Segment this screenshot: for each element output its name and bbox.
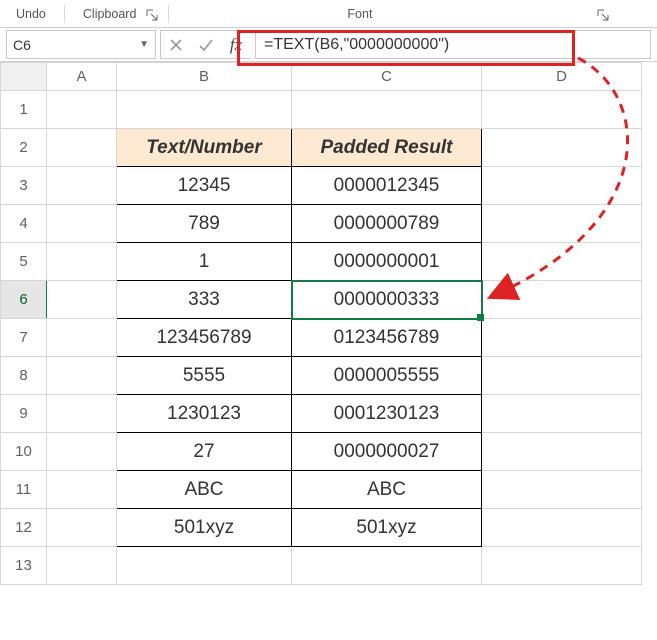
ribbon-clipboard-label: Clipboard <box>75 5 145 23</box>
cell-c5[interactable]: 0000000001 <box>292 243 482 281</box>
cell-b4[interactable]: 789 <box>117 205 292 243</box>
cell-c13[interactable] <box>292 547 482 585</box>
cell-a3[interactable] <box>47 167 117 205</box>
row-header-5[interactable]: 5 <box>1 243 47 281</box>
font-launcher-icon[interactable] <box>595 7 609 21</box>
cell-d12[interactable] <box>482 509 642 547</box>
row-header-9[interactable]: 9 <box>1 395 47 433</box>
cancel-button[interactable] <box>161 31 191 58</box>
formula-input[interactable]: =TEXT(B6,"0000000000") <box>255 30 651 59</box>
row-header-8[interactable]: 8 <box>1 357 47 395</box>
cell-a6[interactable] <box>47 281 117 319</box>
cell-c6-value: 0000000333 <box>334 289 440 310</box>
cell-b10[interactable]: 27 <box>117 433 292 471</box>
cell-a9[interactable] <box>47 395 117 433</box>
cell-d10[interactable] <box>482 433 642 471</box>
cell-a8[interactable] <box>47 357 117 395</box>
cell-b11[interactable]: ABC <box>117 471 292 509</box>
cell-b9[interactable]: 1230123 <box>117 395 292 433</box>
cell-b3[interactable]: 12345 <box>117 167 292 205</box>
ribbon-undo-label: Undo <box>8 5 54 23</box>
row-header-13[interactable]: 13 <box>1 547 47 585</box>
row-header-4[interactable]: 4 <box>1 205 47 243</box>
cell-a1[interactable] <box>47 91 117 129</box>
column-header-c[interactable]: C <box>292 63 482 91</box>
clipboard-launcher-icon[interactable] <box>144 7 158 21</box>
cell-d13[interactable] <box>482 547 642 585</box>
cell-d11[interactable] <box>482 471 642 509</box>
row-header-12[interactable]: 12 <box>1 509 47 547</box>
cell-d3[interactable] <box>482 167 642 205</box>
formula-text: =TEXT(B6,"0000000000") <box>264 36 449 54</box>
cell-a2[interactable] <box>47 129 117 167</box>
ribbon-font-label: Font <box>339 5 380 23</box>
cell-a10[interactable] <box>47 433 117 471</box>
cell-a13[interactable] <box>47 547 117 585</box>
row-header-11[interactable]: 11 <box>1 471 47 509</box>
cell-c6[interactable]: 0000000333 <box>292 281 482 319</box>
cell-c11[interactable]: ABC <box>292 471 482 509</box>
cell-d9[interactable] <box>482 395 642 433</box>
name-box-value: C6 <box>13 37 31 53</box>
cell-c2[interactable]: Padded Result <box>292 129 482 167</box>
cell-d4[interactable] <box>482 205 642 243</box>
cell-c7[interactable]: 0123456789 <box>292 319 482 357</box>
cell-c9[interactable]: 0001230123 <box>292 395 482 433</box>
cell-a5[interactable] <box>47 243 117 281</box>
enter-button[interactable] <box>191 31 221 58</box>
cell-b1[interactable] <box>117 91 292 129</box>
ribbon-separator <box>64 5 65 23</box>
chevron-down-icon[interactable]: ▼ <box>139 39 149 50</box>
spreadsheet-grid[interactable]: A B C D 1 2 Text/Number Padded Result 3 … <box>0 62 657 585</box>
ribbon-group-labels: Undo Clipboard Font <box>0 0 657 28</box>
cell-a11[interactable] <box>47 471 117 509</box>
column-header-d[interactable]: D <box>482 63 642 91</box>
cell-d6[interactable] <box>482 281 642 319</box>
cell-b8[interactable]: 5555 <box>117 357 292 395</box>
cell-c4[interactable]: 0000000789 <box>292 205 482 243</box>
column-header-b[interactable]: B <box>117 63 292 91</box>
row-header-2[interactable]: 2 <box>1 129 47 167</box>
cell-c3[interactable]: 0000012345 <box>292 167 482 205</box>
cell-b2[interactable]: Text/Number <box>117 129 292 167</box>
cell-d2[interactable] <box>482 129 642 167</box>
cell-c8[interactable]: 0000005555 <box>292 357 482 395</box>
name-box[interactable]: C6 ▼ <box>6 30 156 59</box>
cell-d1[interactable] <box>482 91 642 129</box>
row-header-6[interactable]: 6 <box>1 281 47 319</box>
ribbon-separator <box>168 5 169 23</box>
cell-d8[interactable] <box>482 357 642 395</box>
fill-handle[interactable] <box>477 314 484 321</box>
row-header-7[interactable]: 7 <box>1 319 47 357</box>
cell-b13[interactable] <box>117 547 292 585</box>
row-header-10[interactable]: 10 <box>1 433 47 471</box>
cell-c1[interactable] <box>292 91 482 129</box>
insert-function-button[interactable]: fx <box>221 31 251 58</box>
cell-d7[interactable] <box>482 319 642 357</box>
cell-c10[interactable]: 0000000027 <box>292 433 482 471</box>
cell-a4[interactable] <box>47 205 117 243</box>
cell-b7[interactable]: 123456789 <box>117 319 292 357</box>
cell-a7[interactable] <box>47 319 117 357</box>
formula-bar-buttons: fx <box>160 30 251 59</box>
row-header-1[interactable]: 1 <box>1 91 47 129</box>
column-header-a[interactable]: A <box>47 63 117 91</box>
row-header-3[interactable]: 3 <box>1 167 47 205</box>
select-all-corner[interactable] <box>1 63 47 91</box>
cell-b6[interactable]: 333 <box>117 281 292 319</box>
cell-b5[interactable]: 1 <box>117 243 292 281</box>
cell-d5[interactable] <box>482 243 642 281</box>
cell-c12[interactable]: 501xyz <box>292 509 482 547</box>
formula-bar: C6 ▼ fx =TEXT(B6,"0000000000") <box>0 28 657 62</box>
cell-b12[interactable]: 501xyz <box>117 509 292 547</box>
cell-a12[interactable] <box>47 509 117 547</box>
